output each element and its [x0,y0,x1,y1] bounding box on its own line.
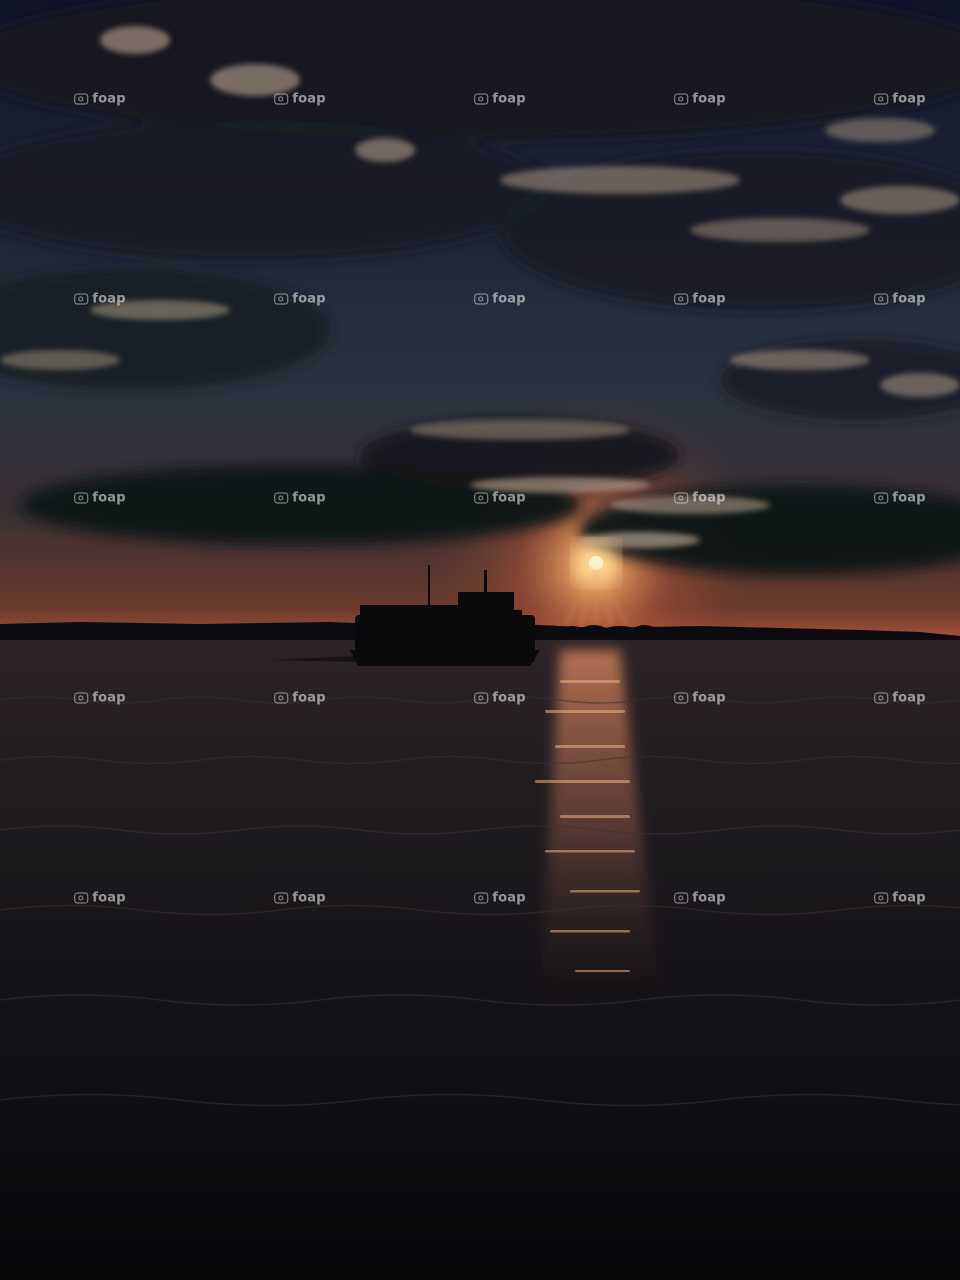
photo-scene: foap foap foap foap foap foap foap foap foap foap… [0,0,960,1280]
sunset-photo [0,0,960,1280]
water [0,640,960,1280]
